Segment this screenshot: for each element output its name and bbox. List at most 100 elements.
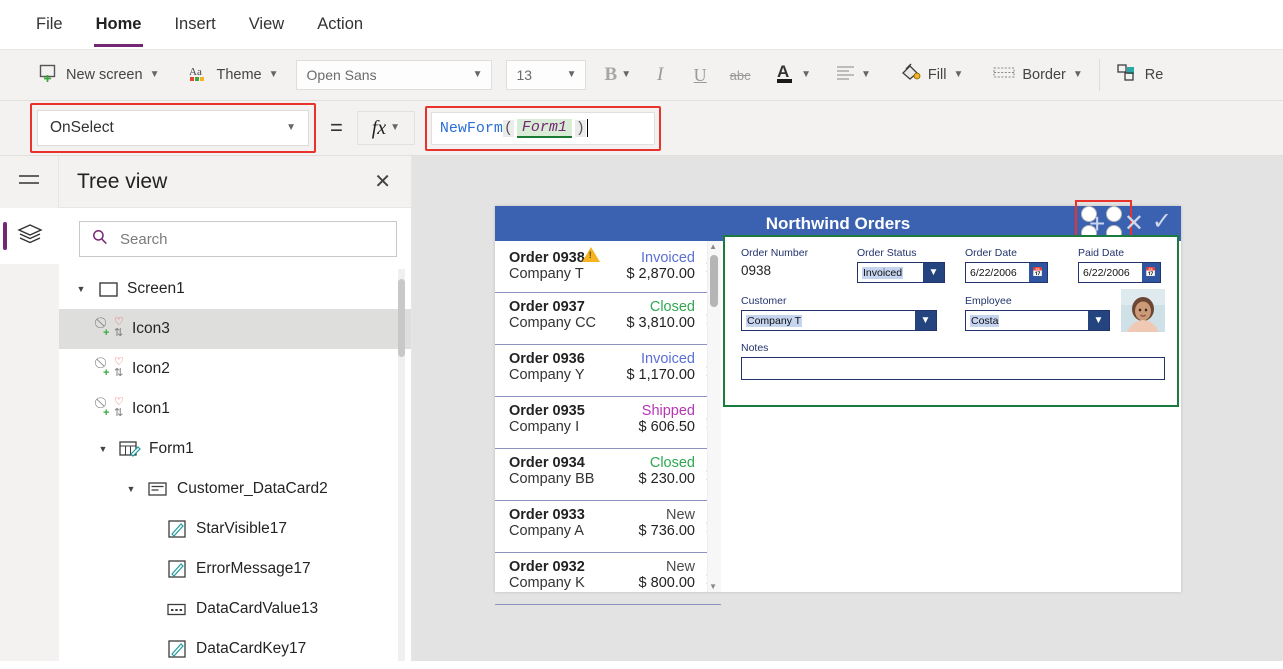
employee-dropdown[interactable]: Costa ▼ bbox=[965, 310, 1110, 331]
dropdown-control-icon bbox=[165, 603, 189, 616]
tree-node-label: Icon2 bbox=[132, 360, 170, 378]
notes-field[interactable] bbox=[741, 357, 1165, 380]
chevron-down-icon[interactable]: ▼ bbox=[1088, 311, 1109, 330]
employee-label: Employee bbox=[965, 295, 1012, 307]
tree-node-datacardkey17[interactable]: DataCardKey17 bbox=[59, 629, 411, 661]
orders-gallery[interactable]: Order 0938 Invoiced Company T $ 2,870.00… bbox=[495, 241, 721, 592]
new-order-icon-container[interactable]: + bbox=[1085, 208, 1119, 238]
tree-node-icon3[interactable]: ⃠♡ +⇅ Icon3 bbox=[59, 309, 411, 349]
chevron-down-icon[interactable]: ▼ bbox=[915, 311, 936, 330]
border-icon bbox=[993, 65, 1015, 85]
workspace: Tree view ✕ ▼ bbox=[0, 156, 1283, 661]
tree-node-customer-datacard2[interactable]: ▼ Customer_DataCard2 bbox=[59, 469, 411, 509]
property-select[interactable]: OnSelect ▼ bbox=[37, 110, 309, 146]
order-number-value: 0938 bbox=[741, 263, 771, 278]
order-status-label: Order Status bbox=[857, 247, 917, 259]
calendar-icon[interactable]: 📅 bbox=[1029, 263, 1047, 282]
menu-item-view[interactable]: View bbox=[247, 11, 286, 38]
font-color-button[interactable]: A ▼ bbox=[766, 56, 820, 94]
fill-button[interactable]: Fill ▼ bbox=[890, 56, 972, 94]
tree-node-errormessage17[interactable]: ErrorMessage17 bbox=[59, 549, 411, 589]
calendar-icon[interactable]: 📅 bbox=[1142, 263, 1160, 282]
order-date-field[interactable]: 6/22/2006 📅 bbox=[965, 262, 1048, 283]
expand-triangle-icon[interactable]: ▼ bbox=[123, 484, 139, 494]
rail-item-tree-view[interactable] bbox=[0, 208, 59, 264]
company-name: Company BB bbox=[509, 471, 594, 487]
align-left-icon bbox=[835, 65, 857, 85]
new-screen-button[interactable]: New screen ▼ bbox=[30, 56, 168, 94]
formula-argument: Form1 bbox=[517, 119, 572, 138]
search-input[interactable] bbox=[118, 230, 384, 249]
hamburger-menu-button[interactable] bbox=[0, 156, 59, 208]
icon-control-icon: ⃠♡ +⇅ bbox=[103, 398, 125, 420]
svg-text:Aa: Aa bbox=[189, 66, 202, 78]
tree-node-label: ErrorMessage17 bbox=[196, 560, 311, 578]
tree-node-form1[interactable]: ▼ Form1 bbox=[59, 429, 411, 469]
gallery-item[interactable]: Order 0937 Closed Company CC $ 3,810.00 … bbox=[495, 293, 721, 345]
border-button[interactable]: Border ▼ bbox=[984, 56, 1091, 94]
tree-node-starvisible17[interactable]: StarVisible17 bbox=[59, 509, 411, 549]
rail-background bbox=[0, 264, 59, 661]
fx-button[interactable]: fx ▼ bbox=[357, 111, 415, 145]
reorder-button[interactable]: Re bbox=[1107, 56, 1173, 94]
font-size-select[interactable]: 13 ▼ bbox=[506, 60, 586, 90]
tree-node-label: DataCardValue13 bbox=[196, 600, 318, 618]
search-icon bbox=[92, 229, 108, 250]
strikethrough-button[interactable]: abc bbox=[720, 58, 760, 92]
company-name: Company CC bbox=[509, 315, 596, 331]
order-number: Order 0932 bbox=[509, 559, 585, 575]
gallery-item[interactable]: Order 0933 New Company A $ 736.00 › bbox=[495, 501, 721, 553]
font-family-select[interactable]: Open Sans ▼ bbox=[296, 60, 492, 90]
tree-node-screen1[interactable]: ▼ Screen1 bbox=[59, 269, 411, 309]
company-name: Company K bbox=[509, 575, 585, 591]
check-icon[interactable]: ✓ bbox=[1152, 210, 1172, 234]
tree-node-list: ▼ Screen1 ⃠♡ +⇅ Icon3 ⃠♡ bbox=[59, 269, 411, 661]
order-amount: $ 606.50 bbox=[639, 419, 695, 435]
customer-dropdown[interactable]: Company T ▼ bbox=[741, 310, 937, 331]
chevron-down-icon: ▼ bbox=[567, 70, 577, 80]
tree-scrollbar-thumb[interactable] bbox=[398, 279, 405, 357]
gallery-item[interactable]: Order 0938 Invoiced Company T $ 2,870.00… bbox=[495, 241, 721, 293]
gallery-item[interactable]: Order 0936 Invoiced Company Y $ 1,170.00… bbox=[495, 345, 721, 397]
formula-input[interactable]: NewForm(Form1) bbox=[431, 112, 655, 145]
theme-button[interactable]: Aa Theme ▼ bbox=[180, 56, 287, 94]
order-status-dropdown[interactable]: Invoiced ▼ bbox=[857, 262, 945, 283]
gallery-item[interactable]: Order 0934 Closed Company BB $ 230.00 › bbox=[495, 449, 721, 501]
company-name: Company I bbox=[509, 419, 579, 435]
app-canvas[interactable]: Northwind Orders + ✕ ✓ bbox=[412, 156, 1283, 661]
expand-triangle-icon[interactable]: ▼ bbox=[95, 444, 111, 454]
close-icon[interactable]: ✕ bbox=[374, 172, 391, 192]
expand-triangle-icon[interactable]: ▼ bbox=[73, 284, 89, 294]
menu-item-home[interactable]: Home bbox=[94, 11, 144, 38]
selection-handle-tl[interactable] bbox=[1081, 206, 1097, 222]
order-number: Order 0935 bbox=[509, 403, 585, 419]
italic-button[interactable]: I bbox=[640, 58, 680, 92]
toolbar-divider bbox=[1099, 59, 1100, 91]
tree-node-icon1[interactable]: ⃠♡ +⇅ Icon1 bbox=[59, 389, 411, 429]
gallery-scrollbar-thumb[interactable] bbox=[710, 255, 718, 307]
gallery-item[interactable]: Order 0932 New Company K $ 800.00 › bbox=[495, 553, 721, 605]
menu-item-action[interactable]: Action bbox=[315, 11, 365, 38]
menu-item-file[interactable]: File bbox=[34, 11, 65, 38]
menu-item-insert[interactable]: Insert bbox=[172, 11, 217, 38]
bold-button[interactable]: B ▼ bbox=[596, 56, 641, 94]
scroll-up-icon[interactable]: ▲ bbox=[709, 242, 717, 251]
chevron-down-icon: ▼ bbox=[953, 70, 963, 80]
search-box[interactable] bbox=[79, 221, 397, 257]
tree-node-label: DataCardKey17 bbox=[196, 640, 306, 658]
underline-button[interactable]: U bbox=[680, 58, 720, 92]
selection-handle-tr[interactable] bbox=[1106, 206, 1122, 222]
cancel-icon[interactable]: ✕ bbox=[1124, 212, 1144, 236]
hamburger-icon bbox=[18, 172, 40, 193]
gallery-scrollbar-track[interactable]: ▲ ▼ bbox=[707, 241, 721, 592]
align-button[interactable]: ▼ bbox=[826, 56, 880, 94]
tree-node-icon2[interactable]: ⃠♡ +⇅ Icon2 bbox=[59, 349, 411, 389]
scroll-down-icon[interactable]: ▼ bbox=[709, 582, 717, 591]
gallery-item[interactable]: Order 0935 Shipped Company I $ 606.50 › bbox=[495, 397, 721, 449]
tree-node-datacardvalue13[interactable]: DataCardValue13 bbox=[59, 589, 411, 629]
fx-icon: fx bbox=[372, 117, 386, 140]
theme-label: Theme bbox=[216, 67, 261, 83]
chevron-down-icon[interactable]: ▼ bbox=[923, 263, 944, 282]
app-body: Order 0938 Invoiced Company T $ 2,870.00… bbox=[495, 241, 1181, 592]
paid-date-field[interactable]: 6/22/2006 📅 bbox=[1078, 262, 1161, 283]
